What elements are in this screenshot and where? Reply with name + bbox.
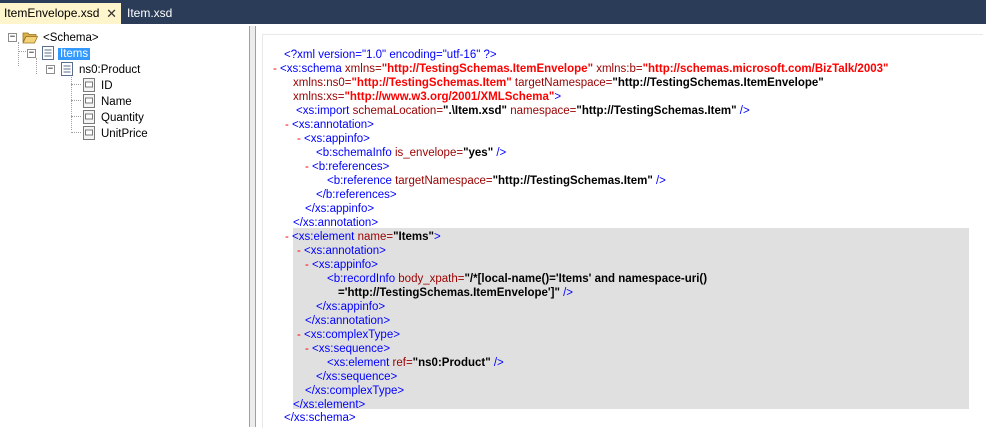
xml-line: - <xs:annotation>	[285, 119, 374, 131]
xml-line: ='http://TestingSchemas.ItemEnvelope']" …	[338, 287, 574, 299]
xml-line: - <b:references>	[305, 161, 390, 173]
field-element-icon	[83, 78, 95, 92]
tree-connector	[71, 84, 81, 85]
xml-line: - <xs:appinfo>	[305, 259, 378, 271]
tree-node-field-name[interactable]: Name	[82, 94, 134, 110]
xml-line: </xs:complexType>	[305, 385, 405, 397]
tab-item-xsd[interactable]: Item.xsd	[123, 3, 183, 24]
tab-label: Item.xsd	[127, 6, 173, 20]
collapse-marker[interactable]: -	[273, 63, 277, 75]
collapse-toggle[interactable]: −	[8, 33, 17, 42]
tree-node-field-quantity[interactable]: Quantity	[82, 110, 146, 126]
tree-node-label: Quantity	[101, 112, 144, 124]
xml-line: </xs:element>	[293, 399, 366, 411]
tree-connector	[71, 100, 81, 101]
field-element-icon	[83, 126, 95, 140]
tree-node-label: ns0:Product	[79, 64, 141, 76]
close-icon[interactable]: ✕	[106, 3, 117, 24]
xml-line: <xs:element ref="ns0:Product" />	[327, 357, 504, 369]
xml-line: <b:recordInfo body_xpath="/*[local-name(…	[327, 273, 708, 285]
xml-line: </xs:schema>	[284, 412, 356, 424]
tree-connector	[18, 42, 19, 66]
field-element-icon	[83, 94, 95, 108]
field-element-icon	[83, 110, 95, 124]
tree-node-label: ID	[101, 80, 113, 92]
xml-line: <b:reference targetNamespace="http://Tes…	[327, 175, 666, 187]
tab-label: ItemEnvelope.xsd	[4, 6, 100, 20]
xml-line: xmlns:xs="http://www.w3.org/2001/XMLSche…	[293, 91, 562, 103]
xml-line: <b:schemaInfo is_envelope="yes" />	[316, 147, 507, 159]
collapse-marker[interactable]: -	[297, 133, 301, 145]
collapse-marker[interactable]: -	[305, 343, 309, 355]
collapse-toggle[interactable]: −	[46, 65, 55, 74]
xml-line: </xs:appinfo>	[305, 203, 375, 215]
xml-line: </b:references>	[316, 189, 397, 201]
collapse-toggle[interactable]: −	[27, 49, 36, 58]
collapse-marker[interactable]: -	[285, 231, 289, 243]
record-icon	[42, 46, 54, 60]
collapse-marker[interactable]: -	[305, 259, 309, 271]
xml-line: xmlns:ns0="http://TestingSchemas.Item" t…	[293, 77, 824, 89]
pane-splitter[interactable]	[250, 26, 256, 427]
tree-node-label: Name	[101, 96, 132, 108]
collapse-marker[interactable]: -	[297, 245, 301, 257]
schema-tree: − <Schema> − Items − ns0:Product ID Name…	[0, 26, 250, 427]
xml-line: - <xs:appinfo>	[297, 133, 370, 145]
folder-open-icon	[22, 32, 38, 44]
xml-line: </xs:appinfo>	[316, 301, 386, 313]
xml-line: </xs:annotation>	[305, 315, 391, 327]
collapse-marker[interactable]: -	[297, 329, 301, 341]
collapse-marker[interactable]: -	[305, 161, 309, 173]
tab-itemenvelope-xsd[interactable]: ItemEnvelope.xsd ✕	[0, 3, 121, 24]
tree-connector	[71, 132, 81, 133]
xml-line: - <xs:element name="Items">	[285, 231, 441, 243]
collapse-marker[interactable]: -	[285, 119, 289, 131]
xml-line: - <xs:annotation>	[297, 245, 386, 257]
tree-connector	[71, 116, 81, 117]
tree-connector	[36, 58, 37, 74]
tree-node-field-unitprice[interactable]: UnitPrice	[82, 126, 150, 142]
tree-node-label: <Schema>	[43, 32, 99, 44]
xml-line: - <xs:sequence>	[305, 343, 391, 355]
xml-line: - <xs:schema xmlns="http://TestingSchema…	[273, 63, 889, 75]
xml-line: <?xml version="1.0" encoding="utf-16" ?>	[284, 49, 497, 61]
tree-node-field-id[interactable]: ID	[82, 78, 115, 94]
xml-line: - <xs:complexType>	[297, 329, 400, 341]
xml-line: </xs:annotation>	[293, 217, 379, 229]
tree-connector	[71, 74, 72, 130]
xml-line: <xs:import schemaLocation=".\Item.xsd" n…	[296, 105, 750, 117]
document-tab-bar: ItemEnvelope.xsd ✕ Item.xsd	[0, 0, 986, 24]
tree-node-label: Items	[58, 48, 91, 60]
record-icon	[61, 62, 73, 76]
tree-node-label: UnitPrice	[101, 128, 148, 140]
xml-line: </xs:sequence>	[316, 371, 398, 383]
